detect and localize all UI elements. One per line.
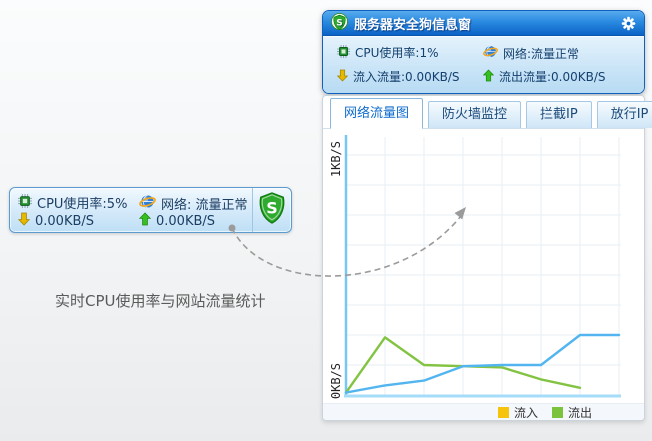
chart-legend: 流入 流出: [323, 403, 644, 420]
mini-outflow-value: 0.00KB/S: [156, 213, 216, 229]
status-outflow-label: 流出流量:0.00KB/S: [499, 70, 606, 84]
gear-icon[interactable]: [621, 16, 636, 31]
y-axis-max-label: 1KB/S: [329, 141, 343, 178]
info-window: S 服务器安全狗信息窗 CPU使用率:1% 网络:流量正常 流入流量:0.00K…: [322, 10, 645, 94]
tab-bar: 网络流量图 防火墙监控 拦截IP 放行IP: [323, 96, 652, 129]
network-globe-icon: [483, 44, 498, 62]
safedog-shield-icon: S: [257, 192, 287, 228]
tab-blocked-ip[interactable]: 拦截IP: [526, 101, 592, 128]
svg-text:S: S: [266, 199, 277, 218]
traffic-chart: 1KB/S 0KB/S: [323, 129, 644, 403]
grid-lines: [345, 137, 621, 395]
mini-inflow-value: 0.00KB/S: [35, 213, 95, 229]
inflow-down-arrow-icon: [336, 69, 349, 85]
status-inflow-label: 流入流量:0.00KB/S: [353, 70, 460, 84]
mini-status-widget[interactable]: CPU使用率:5% 网络: 流量正常 0.00KB/S 0.00KB/S S: [9, 187, 292, 233]
legend-label-inflow: 流入: [513, 405, 538, 420]
status-area: CPU使用率:1% 网络:流量正常 流入流量:0.00KB/S 流出流量:0.0…: [323, 36, 644, 93]
legend-swatch-outflow: [551, 406, 563, 418]
status-cpu-label: CPU使用率:1%: [355, 46, 439, 60]
legend-item-inflow: 流入: [497, 404, 538, 421]
outflow-up-arrow-icon: [138, 212, 152, 230]
caption-text: 实时CPU使用率与网站流量统计: [55, 292, 266, 310]
titlebar-shield-icon: S: [331, 12, 348, 34]
mini-cpu-label: CPU使用率:5%: [37, 197, 128, 212]
title-bar[interactable]: S 服务器安全狗信息窗: [323, 11, 644, 36]
y-axis-min-label: 0KB/S: [329, 362, 343, 399]
status-network-label: 网络:流量正常: [503, 46, 580, 61]
window-title: 服务器安全狗信息窗: [354, 17, 472, 33]
inflow-line: [344, 333, 621, 394]
tab-firewall-monitor[interactable]: 防火墙监控: [428, 101, 522, 128]
legend-swatch-inflow: [497, 406, 509, 418]
svg-text:S: S: [336, 18, 342, 28]
outflow-up-arrow-icon: [482, 68, 495, 85]
tab-allowed-ip[interactable]: 放行IP: [596, 101, 652, 128]
network-globe-icon: [139, 193, 156, 214]
cpu-chip-icon: [337, 44, 350, 61]
cpu-chip-icon: [18, 193, 32, 212]
mini-widget-info: CPU使用率:5% 网络: 流量正常 0.00KB/S 0.00KB/S: [10, 188, 252, 232]
tab-network-traffic-chart[interactable]: 网络流量图: [330, 98, 424, 129]
inflow-down-arrow-icon: [17, 212, 31, 230]
legend-item-outflow: 流出: [551, 404, 592, 421]
content-panel: 网络流量图 防火墙监控 拦截IP 放行IP 1KB/S 0KB/S 流入 流出: [322, 95, 652, 421]
traffic-chart-svg: [344, 135, 621, 398]
legend-label-outflow: 流出: [567, 405, 592, 420]
mini-network-label: 网络: 流量正常: [161, 198, 248, 213]
